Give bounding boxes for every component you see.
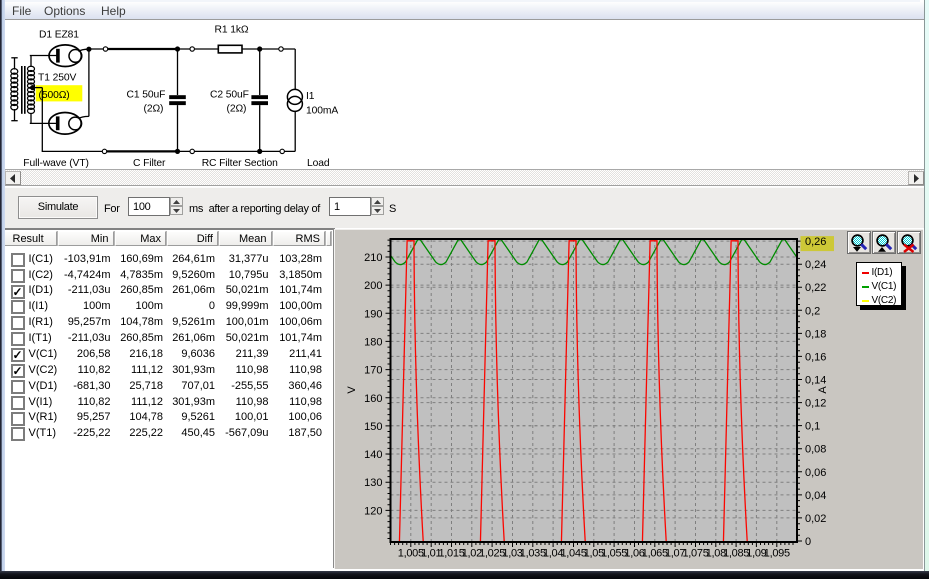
svg-text:RC Filter Section: RC Filter Section (202, 158, 278, 169)
svg-text:190: 190 (364, 308, 382, 320)
svg-text:0,2: 0,2 (805, 305, 820, 317)
svg-text:Full-wave (VT): Full-wave (VT) (23, 158, 89, 169)
svg-text:150: 150 (364, 421, 382, 433)
svg-text:I1: I1 (306, 91, 315, 102)
svg-text:160: 160 (364, 393, 382, 405)
svg-text:Load: Load (307, 158, 330, 169)
svg-text:C Filter: C Filter (133, 158, 166, 169)
svg-text:210: 210 (364, 252, 382, 264)
svg-text:(2Ω): (2Ω) (227, 104, 247, 115)
svg-text:1,025: 1,025 (479, 548, 505, 560)
svg-text:0,02: 0,02 (805, 513, 826, 525)
svg-text:0,14: 0,14 (805, 375, 826, 387)
svg-text:0,16: 0,16 (805, 351, 826, 363)
svg-text:120: 120 (364, 505, 382, 517)
svg-text:170: 170 (364, 365, 382, 377)
svg-text:1,055: 1,055 (601, 548, 627, 560)
svg-text:D1 EZ81: D1 EZ81 (39, 30, 79, 41)
svg-text:130: 130 (364, 477, 382, 489)
svg-text:0,08: 0,08 (805, 444, 826, 456)
svg-text:140: 140 (364, 449, 382, 461)
svg-text:180: 180 (364, 336, 382, 348)
svg-text:0,1: 0,1 (805, 421, 820, 433)
svg-text:0,26: 0,26 (805, 236, 826, 248)
svg-text:1,005: 1,005 (398, 548, 424, 560)
svg-text:C2 50uF: C2 50uF (210, 90, 249, 101)
svg-text:200: 200 (364, 280, 382, 292)
svg-text:0,06: 0,06 (805, 467, 826, 479)
svg-text:A: A (817, 386, 829, 394)
svg-text:100mA: 100mA (306, 106, 338, 117)
svg-text:0,24: 0,24 (805, 259, 826, 271)
svg-text:1,095: 1,095 (764, 548, 790, 560)
svg-text:0,04: 0,04 (805, 490, 826, 502)
svg-text:0: 0 (805, 536, 811, 548)
svg-text:(500Ω): (500Ω) (39, 90, 70, 101)
svg-text:V: V (346, 386, 358, 394)
svg-text:T1 250V: T1 250V (38, 73, 76, 84)
svg-text:0,18: 0,18 (805, 328, 826, 340)
svg-text:R1 1kΩ: R1 1kΩ (215, 25, 249, 36)
svg-text:C1 50uF: C1 50uF (127, 90, 166, 101)
svg-text:(2Ω): (2Ω) (144, 104, 164, 115)
svg-text:0,12: 0,12 (805, 398, 826, 410)
svg-text:0,22: 0,22 (805, 282, 826, 294)
